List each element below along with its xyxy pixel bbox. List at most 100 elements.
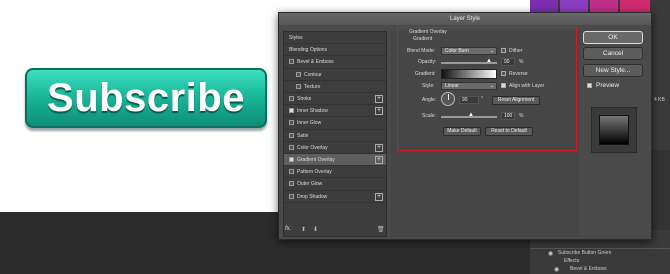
layer-row[interactable]: Subscribe Button Green bbox=[558, 250, 611, 256]
style-item-label: Satin bbox=[297, 132, 309, 139]
layer-effect-row[interactable]: Bevel & Emboss bbox=[570, 266, 607, 272]
reset-alignment-button[interactable]: Reset Alignment bbox=[492, 96, 540, 105]
style-checkbox[interactable] bbox=[296, 71, 301, 77]
style-select[interactable]: Linear ⌄ bbox=[441, 82, 497, 90]
style-label: Style: bbox=[422, 83, 435, 89]
style-checkbox[interactable] bbox=[289, 132, 294, 138]
bottom-toolbar: fx. ⬆ ⬇ 🗑 bbox=[285, 226, 385, 236]
reverse-checkbox[interactable] bbox=[501, 71, 506, 76]
dither-checkbox[interactable] bbox=[501, 48, 506, 53]
section-title: Gradient Overlay bbox=[409, 29, 447, 35]
dialog-title: Layer Style bbox=[279, 13, 651, 25]
style-checkbox[interactable] bbox=[289, 181, 294, 187]
styles-header-label: Styles bbox=[289, 35, 303, 41]
opacity-input[interactable]: 90 bbox=[501, 58, 515, 66]
dither-label: Dither bbox=[509, 48, 523, 54]
add-icon[interactable]: + bbox=[375, 156, 383, 164]
style-item[interactable]: Color Overlay + bbox=[284, 142, 386, 154]
chevron-down-icon: ⌄ bbox=[489, 48, 494, 54]
style-value: Linear bbox=[445, 83, 459, 89]
style-checkbox[interactable] bbox=[289, 96, 294, 101]
reset-default-button[interactable]: Reset to Default bbox=[485, 127, 533, 136]
style-checkbox[interactable] bbox=[289, 59, 294, 65]
dialog-buttons: OK Cancel New Style... Preview bbox=[583, 31, 645, 231]
preview-label: Preview bbox=[596, 82, 620, 89]
new-style-button[interactable]: New Style... bbox=[583, 64, 643, 77]
align-label: Align with Layer bbox=[509, 83, 545, 89]
style-item-label: Color Overlay bbox=[297, 144, 328, 151]
style-item-label: Texture bbox=[304, 83, 321, 90]
add-icon[interactable]: + bbox=[375, 192, 383, 201]
move-up-icon[interactable]: ⬆ bbox=[301, 226, 306, 233]
divider bbox=[530, 248, 670, 249]
style-item[interactable]: Stroke + bbox=[284, 93, 386, 106]
style-item-label: Contour bbox=[304, 71, 322, 78]
trash-icon[interactable]: 🗑 bbox=[377, 226, 385, 233]
style-item-label: Inner Glow bbox=[297, 120, 322, 127]
style-item[interactable]: Satin bbox=[284, 130, 386, 142]
blend-mode-select[interactable]: Color Burn ⌄ bbox=[441, 47, 497, 55]
subscribe-button-artwork: Subscribe bbox=[25, 68, 267, 128]
subsection-title: Gradient bbox=[413, 36, 433, 42]
style-item-label: Stroke bbox=[297, 96, 312, 102]
align-checkbox[interactable] bbox=[501, 83, 506, 88]
gradient-picker[interactable] bbox=[441, 69, 497, 79]
style-checkbox[interactable] bbox=[289, 108, 294, 114]
angle-needle bbox=[448, 94, 449, 100]
style-item[interactable]: Inner Shadow + bbox=[284, 105, 386, 118]
style-item[interactable]: Inner Glow bbox=[284, 117, 386, 130]
angle-input[interactable]: 90 bbox=[459, 96, 479, 104]
style-item[interactable]: Contour bbox=[284, 69, 386, 81]
percent-sign: % bbox=[519, 59, 524, 65]
make-default-button[interactable]: Make Default bbox=[443, 127, 481, 136]
add-icon[interactable]: + bbox=[375, 95, 383, 103]
scale-input[interactable]: 100 bbox=[501, 112, 515, 120]
style-item-label: Pattern Overlay bbox=[297, 169, 332, 176]
style-checkbox[interactable] bbox=[289, 157, 294, 162]
style-item[interactable]: Pattern Overlay bbox=[284, 166, 386, 179]
slider-thumb-icon[interactable]: ▲ bbox=[486, 58, 492, 64]
layer-effects-row[interactable]: Effects bbox=[564, 258, 579, 264]
ok-button[interactable]: OK bbox=[583, 31, 643, 44]
layer-style-dialog: Layer Style Styles Blending Options Bevel… bbox=[278, 12, 652, 240]
angle-label: Angle: bbox=[422, 97, 437, 103]
style-item[interactable]: Drop Shadow + bbox=[284, 191, 386, 203]
style-checkbox[interactable] bbox=[289, 144, 294, 150]
style-item[interactable]: Blending Options bbox=[284, 44, 386, 57]
degree-sign: ° bbox=[481, 96, 483, 102]
style-checkbox[interactable] bbox=[289, 120, 294, 126]
eye-icon[interactable]: ◉ bbox=[554, 266, 559, 273]
style-item[interactable]: Bevel & Emboss bbox=[284, 56, 386, 69]
style-item-label: Gradient Overlay bbox=[297, 157, 335, 163]
preview-checkbox[interactable] bbox=[587, 83, 592, 88]
styles-header[interactable]: Styles bbox=[284, 32, 386, 45]
style-item[interactable]: Outer Glow bbox=[284, 178, 386, 191]
styles-list: Styles Blending Options Bevel & Emboss Con… bbox=[283, 31, 387, 237]
blend-mode-label: Blend Mode: bbox=[407, 48, 436, 54]
style-item[interactable]: Texture bbox=[284, 81, 386, 93]
preview-swatch bbox=[599, 115, 629, 145]
style-item[interactable]: Gradient Overlay + bbox=[284, 154, 386, 167]
style-item-label: Drop Shadow bbox=[297, 193, 328, 200]
blend-mode-value: Color Burn bbox=[445, 48, 469, 54]
scale-label: Scale: bbox=[422, 113, 436, 119]
gradient-label: Gradient: bbox=[415, 71, 436, 77]
eye-icon[interactable]: ◉ bbox=[548, 250, 553, 257]
cancel-button[interactable]: Cancel bbox=[583, 47, 643, 60]
style-item-label: Outer Glow bbox=[297, 181, 323, 188]
subscribe-text: Subscribe bbox=[47, 75, 245, 120]
style-item-label: Blending Options bbox=[289, 47, 328, 54]
layer-size-text: 4 KB bbox=[654, 97, 665, 103]
add-icon[interactable]: + bbox=[375, 143, 383, 152]
style-checkbox[interactable] bbox=[296, 83, 301, 89]
slider-thumb-icon[interactable]: ▲ bbox=[468, 112, 474, 118]
percent-sign: % bbox=[519, 113, 524, 119]
angle-dial[interactable] bbox=[441, 92, 455, 106]
preview-box bbox=[591, 107, 637, 153]
fx-icon[interactable]: fx. bbox=[285, 226, 291, 232]
add-icon[interactable]: + bbox=[375, 107, 383, 116]
style-checkbox[interactable] bbox=[289, 169, 294, 175]
move-down-icon[interactable]: ⬇ bbox=[313, 226, 318, 233]
style-checkbox[interactable] bbox=[289, 193, 294, 199]
style-item-label: Bevel & Emboss bbox=[297, 59, 334, 66]
